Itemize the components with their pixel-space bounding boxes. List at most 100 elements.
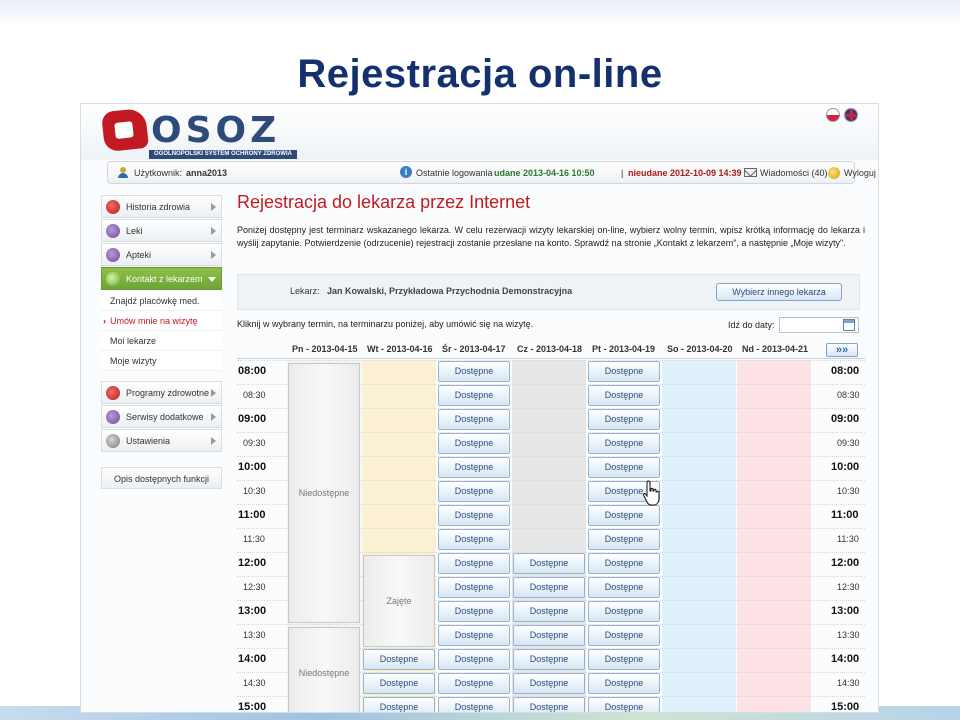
sidebar-item-label: Apteki (126, 250, 152, 260)
sidebar-item-serwisy-dodatkowe[interactable]: Serwisy dodatkowe (101, 405, 222, 428)
available-slot-button[interactable]: Dostępne (438, 553, 510, 574)
envelope-icon (744, 168, 757, 177)
sub-item-book-visit[interactable]: Umów mnie na wizytę (101, 311, 222, 331)
time-label: 14:30 (837, 678, 860, 688)
available-slot-button[interactable]: Dostępne (513, 625, 585, 646)
info-icon: i (400, 166, 412, 178)
time-label: 12:00 (238, 557, 267, 569)
available-slot-button[interactable]: Dostępne (438, 409, 510, 430)
available-slot-button[interactable]: Dostępne (438, 481, 510, 502)
app-header: OSOZ OGÓLNOPOLSKI SYSTEM OCHRONY ZDROWIA (81, 104, 878, 160)
language-switch (826, 108, 858, 122)
available-slot-button[interactable]: Dostępne (513, 577, 585, 598)
chevron-right-icon (211, 437, 216, 445)
sub-item-my-doctors[interactable]: Moi lekarze (101, 331, 222, 351)
doctor-label: Lekarz: (290, 286, 320, 296)
day-header: Pn - 2013-04-15 (292, 344, 358, 354)
sidebar-item-ustawienia[interactable]: Ustawienia (101, 429, 222, 452)
change-doctor-button[interactable]: Wybierz innego lekarza (716, 283, 842, 301)
available-slot-button[interactable]: Dostępne (363, 697, 435, 712)
functions-description-link[interactable]: Opis dostępnych funkcji (101, 467, 222, 489)
english-flag-icon[interactable] (844, 108, 858, 122)
block-label: Zajęte (386, 596, 412, 606)
available-slot-button[interactable]: Dostępne (588, 577, 660, 598)
chevron-right-icon (211, 413, 216, 421)
sidebar-item-label: Programy zdrowotne (126, 388, 210, 398)
user-name: anna2013 (186, 168, 228, 178)
available-slot-button[interactable]: Dostępne (438, 673, 510, 694)
poland-map-emblem-icon (101, 107, 149, 153)
doctor-icon (106, 272, 120, 286)
available-slot-button[interactable]: Dostępne (513, 649, 585, 670)
logo-text: OSOZ (151, 110, 281, 151)
time-label: 15:00 (831, 701, 860, 713)
time-label: 13:00 (238, 605, 267, 617)
login-separator: | (621, 168, 624, 178)
chevron-right-icon (211, 251, 216, 259)
available-slot-button[interactable]: Dostępne (588, 361, 660, 382)
available-slot-button[interactable]: Dostępne (438, 697, 510, 712)
available-slot-button[interactable]: Dostępne (363, 649, 435, 670)
sidebar-item-apteki[interactable]: Apteki (101, 243, 222, 266)
available-slot-button[interactable]: Dostępne (513, 601, 585, 622)
sidebar-item-programy-zdrowotne[interactable]: Programy zdrowotne (101, 381, 222, 404)
available-slot-button[interactable]: Dostępne (438, 649, 510, 670)
heart-icon (106, 200, 120, 214)
sidebar: Historia zdrowia Leki Apteki Kontakt z l… (101, 195, 222, 489)
osoz-logo[interactable]: OSOZ OGÓLNOPOLSKI SYSTEM OCHRONY ZDROWIA (101, 107, 303, 159)
sub-item-my-visits[interactable]: Moje wizyty (101, 351, 222, 371)
available-slot-button[interactable]: Dostępne (438, 505, 510, 526)
last-successful-login: udane 2013-04-16 10:50 (494, 168, 595, 178)
available-slot-button[interactable]: Dostępne (588, 649, 660, 670)
intro-text: Poniżej dostępny jest terminarz wskazane… (237, 225, 865, 248)
time-label: 11:00 (238, 509, 266, 521)
polish-flag-icon[interactable] (826, 108, 840, 122)
sub-item-find-facility[interactable]: Znajdź placówkę med. (101, 291, 222, 311)
available-slot-button[interactable]: Dostępne (588, 625, 660, 646)
sidebar-item-historia-zdrowia[interactable]: Historia zdrowia (101, 195, 222, 218)
available-slot-button[interactable]: Dostępne (513, 673, 585, 694)
available-slot-button[interactable]: Dostępne (438, 529, 510, 550)
time-label: 08:30 (837, 390, 860, 400)
available-slot-button[interactable]: Dostępne (588, 385, 660, 406)
available-slot-button[interactable]: Dostępne (438, 385, 510, 406)
available-slot-button[interactable]: Dostępne (363, 673, 435, 694)
time-label: 08:30 (243, 390, 266, 400)
time-label: 13:30 (837, 630, 860, 640)
available-slot-button[interactable]: Dostępne (588, 697, 660, 712)
time-label: 08:00 (831, 365, 860, 377)
logout-link[interactable]: Wyloguj (844, 168, 876, 178)
available-slot-button[interactable]: Dostępne (588, 457, 660, 478)
available-slot-button[interactable]: Dostępne (588, 673, 660, 694)
available-slot-button[interactable]: Dostępne (588, 505, 660, 526)
next-week-button[interactable]: »» (826, 343, 858, 357)
available-slot-button[interactable]: Dostępne (513, 697, 585, 712)
time-label: 14:00 (831, 653, 860, 665)
available-slot-button[interactable]: Dostępne (438, 577, 510, 598)
available-slot-button[interactable]: Dostępne (438, 601, 510, 622)
date-label: Idź do daty: (728, 320, 775, 330)
available-slot-button[interactable]: Dostępne (438, 625, 510, 646)
schedule-grid: Pn - 2013-04-15 Wt - 2013-04-16 Śr - 2013-… (237, 341, 865, 713)
screenshot-frame: OSOZ OGÓLNOPOLSKI SYSTEM OCHRONY ZDROWIA… (80, 103, 879, 713)
available-slot-button[interactable]: Dostępne (588, 553, 660, 574)
available-slot-button[interactable]: Dostępne (588, 529, 660, 550)
time-label: 09:30 (837, 438, 860, 448)
messages-link[interactable]: Wiadomości (40) (760, 168, 828, 178)
available-slot-button[interactable]: Dostępne (438, 361, 510, 382)
available-slot-button[interactable]: Dostępne (588, 409, 660, 430)
time-label: 14:00 (238, 653, 267, 665)
day-header: Wt - 2013-04-16 (367, 344, 433, 354)
calendar-icon[interactable] (843, 319, 855, 331)
time-label: 09:30 (243, 438, 266, 448)
available-slot-button[interactable]: Dostępne (588, 601, 660, 622)
available-slot-button[interactable]: Dostępne (588, 433, 660, 454)
available-slot-button[interactable]: Dostępne (438, 433, 510, 454)
available-slot-button[interactable]: Dostępne (438, 457, 510, 478)
sidebar-item-leki[interactable]: Leki (101, 219, 222, 242)
available-slot-button[interactable]: Dostępne (513, 553, 585, 574)
last-login-label: Ostatnie logowania (416, 168, 493, 178)
sidebar-item-kontakt-z-lekarzem[interactable]: Kontakt z lekarzem (101, 267, 222, 290)
